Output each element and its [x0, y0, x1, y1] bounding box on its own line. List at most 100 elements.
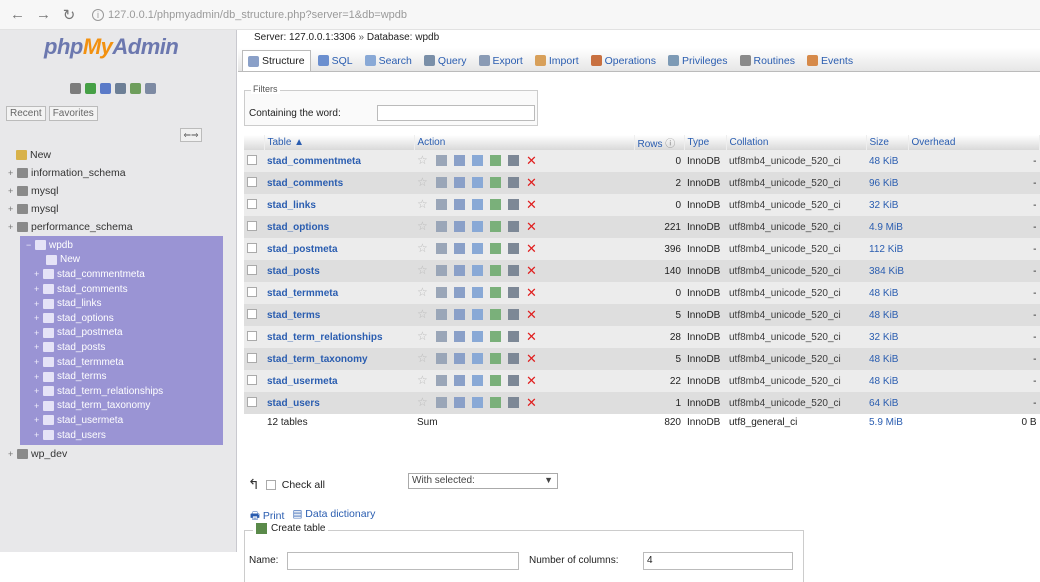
tab-routines[interactable]: Routines: [735, 50, 800, 71]
forward-arrow-icon[interactable]: →: [36, 6, 51, 23]
insert-icon[interactable]: [490, 309, 501, 321]
row-checkbox[interactable]: [247, 198, 257, 209]
header-type[interactable]: Type: [684, 135, 727, 150]
insert-icon[interactable]: [490, 375, 501, 387]
browse-icon[interactable]: [436, 353, 447, 365]
tab-operations[interactable]: Operations: [586, 50, 661, 71]
browse-icon[interactable]: [436, 199, 447, 211]
tree-item-table[interactable]: + stad_links: [20, 296, 223, 311]
search-icon[interactable]: [472, 199, 483, 211]
row-checkbox[interactable]: [247, 242, 257, 253]
search-icon[interactable]: [472, 221, 483, 233]
insert-icon[interactable]: [490, 397, 501, 409]
row-size[interactable]: 112 KiB: [866, 238, 908, 260]
empty-icon[interactable]: [508, 375, 519, 387]
header-size[interactable]: Size: [866, 135, 909, 150]
row-size[interactable]: 32 KiB: [866, 194, 908, 216]
row-size[interactable]: 48 KiB: [866, 348, 908, 370]
drop-icon[interactable]: ✕: [526, 352, 537, 365]
back-arrow-icon[interactable]: ←: [10, 6, 25, 23]
favorite-icon[interactable]: ☆: [417, 396, 429, 408]
insert-icon[interactable]: [490, 221, 501, 233]
browse-icon[interactable]: [436, 287, 447, 299]
check-all-label[interactable]: Check all: [282, 479, 325, 491]
empty-icon[interactable]: [508, 265, 519, 277]
browse-icon[interactable]: [436, 155, 447, 167]
tree-item-table[interactable]: + stad_terms: [20, 369, 223, 384]
favorite-icon[interactable]: ☆: [417, 176, 429, 188]
tab-query[interactable]: Query: [419, 50, 472, 71]
drop-icon[interactable]: ✕: [526, 154, 537, 167]
columns-input[interactable]: 4: [643, 552, 793, 570]
table-name-link[interactable]: stad_term_relationships: [264, 326, 414, 348]
browse-icon[interactable]: [436, 265, 447, 277]
favorite-icon[interactable]: ☆: [417, 374, 429, 386]
reload-nav-icon[interactable]: [145, 83, 156, 94]
phpmyadmin-logo[interactable]: phpMyAdmin: [44, 34, 179, 60]
sql-docs-icon[interactable]: [115, 83, 126, 94]
empty-icon[interactable]: [508, 221, 519, 233]
insert-icon[interactable]: [490, 287, 501, 299]
row-size[interactable]: 48 KiB: [866, 282, 908, 304]
search-icon[interactable]: [472, 375, 483, 387]
tree-item-db[interactable]: + wp_dev: [0, 445, 237, 463]
browse-icon[interactable]: [436, 221, 447, 233]
row-size[interactable]: 48 KiB: [866, 150, 908, 172]
table-name-link[interactable]: stad_options: [264, 216, 414, 238]
tree-item-table[interactable]: + stad_usermeta: [20, 413, 223, 428]
breadcrumb-server[interactable]: Server: 127.0.0.1:3306: [254, 32, 356, 43]
drop-icon[interactable]: ✕: [526, 264, 537, 277]
check-all-checkbox[interactable]: [265, 479, 276, 490]
favorite-icon[interactable]: ☆: [417, 154, 429, 166]
tab-search[interactable]: Search: [360, 50, 417, 71]
empty-icon[interactable]: [508, 287, 519, 299]
tree-item-db[interactable]: + performance_schema: [0, 218, 237, 236]
tree-item-db[interactable]: + information_schema: [0, 164, 237, 182]
search-icon[interactable]: [472, 155, 483, 167]
row-size[interactable]: 48 KiB: [866, 370, 908, 392]
drop-icon[interactable]: ✕: [526, 374, 537, 387]
insert-icon[interactable]: [490, 331, 501, 343]
tree-item-new-table[interactable]: New: [20, 253, 223, 268]
docs-icon[interactable]: [100, 83, 111, 94]
table-name-link[interactable]: stad_terms: [264, 304, 414, 326]
row-size[interactable]: 32 KiB: [866, 326, 908, 348]
drop-icon[interactable]: ✕: [526, 396, 537, 409]
drop-icon[interactable]: ✕: [526, 176, 537, 189]
table-name-link[interactable]: stad_termmeta: [264, 282, 414, 304]
row-checkbox[interactable]: [247, 352, 257, 363]
tree-item-table[interactable]: + stad_posts: [20, 340, 223, 355]
tree-item-table[interactable]: + stad_comments: [20, 282, 223, 297]
tab-privileges[interactable]: Privileges: [663, 50, 733, 71]
recent-tab[interactable]: Recent: [6, 106, 46, 121]
empty-icon[interactable]: [508, 199, 519, 211]
drop-icon[interactable]: ✕: [526, 308, 537, 321]
reload-icon[interactable]: ↻: [62, 6, 76, 24]
table-name-input[interactable]: [287, 552, 519, 570]
row-checkbox[interactable]: [247, 308, 257, 319]
favorite-icon[interactable]: ☆: [417, 308, 429, 320]
insert-icon[interactable]: [490, 155, 501, 167]
tree-item-table[interactable]: + stad_options: [20, 311, 223, 326]
table-name-link[interactable]: stad_commentmeta: [264, 150, 414, 172]
structure-icon[interactable]: [454, 243, 465, 255]
favorite-icon[interactable]: ☆: [417, 286, 429, 298]
structure-icon[interactable]: [454, 199, 465, 211]
tree-item-db[interactable]: + mysql: [0, 182, 237, 200]
empty-icon[interactable]: [508, 177, 519, 189]
empty-icon[interactable]: [508, 331, 519, 343]
tree-item-wpdb[interactable]: − wpdb: [20, 238, 223, 253]
table-name-link[interactable]: stad_term_taxonomy: [264, 348, 414, 370]
tab-import[interactable]: Import: [530, 50, 584, 71]
browse-icon[interactable]: [436, 375, 447, 387]
insert-icon[interactable]: [490, 177, 501, 189]
filter-input[interactable]: [377, 105, 535, 121]
tree-item-table[interactable]: + stad_term_taxonomy: [20, 399, 223, 414]
structure-icon[interactable]: [454, 221, 465, 233]
search-icon[interactable]: [472, 177, 483, 189]
structure-icon[interactable]: [454, 375, 465, 387]
search-icon[interactable]: [472, 397, 483, 409]
browse-icon[interactable]: [436, 331, 447, 343]
header-table[interactable]: Table ▲: [264, 135, 415, 150]
breadcrumb-database[interactable]: Database: wpdb: [367, 32, 439, 43]
